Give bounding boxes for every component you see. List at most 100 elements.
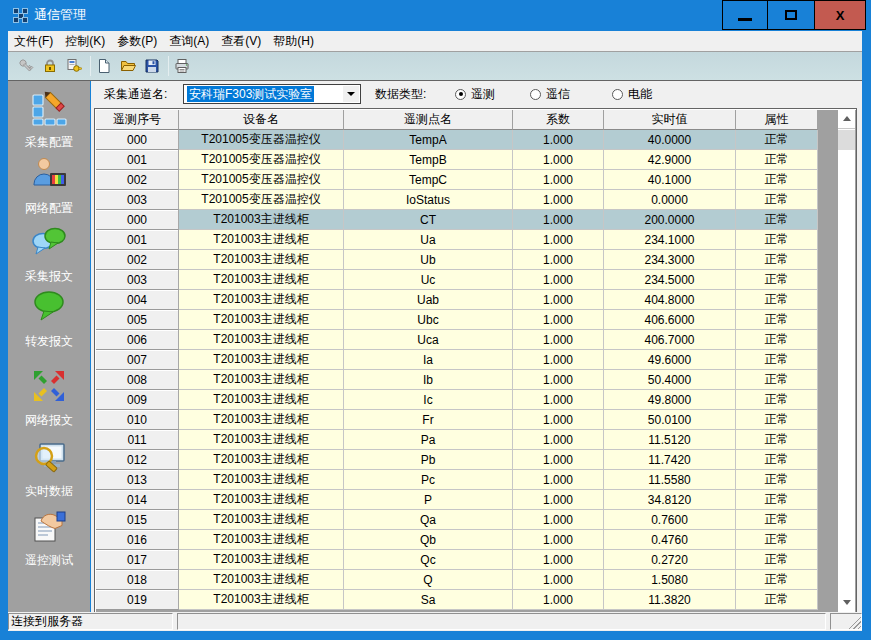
radio-circle[interactable]: [530, 89, 541, 100]
column-header-3[interactable]: 系数: [513, 110, 604, 130]
radio-电能[interactable]: 电能: [612, 81, 652, 107]
sidebar-item-0[interactable]: 采集配置: [8, 90, 90, 151]
cell-0-0: 000: [96, 130, 179, 150]
table-row-22[interactable]: 018T201003主进线柜Q1.0001.5080正常: [96, 570, 857, 590]
table-row-8[interactable]: 004T201003主进线柜Uab1.000404.8000正常: [96, 290, 857, 310]
radio-遥信[interactable]: 遥信: [530, 81, 570, 107]
table-row-17[interactable]: 013T201003主进线柜Pc1.00011.5580正常: [96, 470, 857, 490]
cell-3-4: 0.0000: [604, 190, 736, 210]
table-row-0[interactable]: 000T201005变压器温控仪TempA1.00040.0000正常: [96, 130, 857, 150]
cell-19-4: 0.7600: [604, 510, 736, 530]
menu-item-2[interactable]: 参数(P): [111, 31, 163, 51]
cell-9-0: 005: [96, 310, 179, 330]
print-icon[interactable]: [174, 58, 190, 74]
open-file-icon[interactable]: [120, 58, 136, 74]
table-row-3[interactable]: 003T201005变压器温控仪IoStatus1.0000.0000正常: [96, 190, 857, 210]
table-row-5[interactable]: 001T201003主进线柜Ua1.000234.1000正常: [96, 230, 857, 250]
column-header-1[interactable]: 设备名: [179, 110, 344, 130]
column-header-0[interactable]: 遥测序号: [96, 110, 179, 130]
cell-23-2: Sa: [344, 590, 513, 610]
table-row-10[interactable]: 006T201003主进线柜Uca1.000406.7000正常: [96, 330, 857, 350]
maximize-button[interactable]: [767, 0, 815, 30]
menu-item-5[interactable]: 帮助(H): [267, 31, 320, 51]
cell-3-0: 003: [96, 190, 179, 210]
table-row-21[interactable]: 017T201003主进线柜Qc1.0000.2720正常: [96, 550, 857, 570]
menu-bar: 文件(F)控制(K)参数(P)查询(A)查看(V)帮助(H): [8, 31, 862, 52]
table-row-14[interactable]: 010T201003主进线柜Fr1.00050.0100正常: [96, 410, 857, 430]
menu-item-0[interactable]: 文件(F): [8, 31, 59, 51]
cell-22-1: T201003主进线柜: [179, 570, 344, 590]
lock-icon[interactable]: [42, 58, 58, 74]
cell-1-3: 1.000: [513, 150, 604, 170]
table-row-15[interactable]: 011T201003主进线柜Pa1.00011.5120正常: [96, 430, 857, 450]
sidebar-item-label: 采集配置: [8, 134, 90, 151]
cell-19-2: Qa: [344, 510, 513, 530]
key-icon[interactable]: [18, 58, 34, 74]
cell-22-0: 018: [96, 570, 179, 590]
table-row-2[interactable]: 002T201005变压器温控仪TempC1.00040.1000正常: [96, 170, 857, 190]
channel-combobox[interactable]: 安科瑞F303测试实验室: [183, 84, 361, 104]
minimize-button[interactable]: [722, 0, 768, 30]
table-row-6[interactable]: 002T201003主进线柜Ub1.000234.3000正常: [96, 250, 857, 270]
cell-14-0: 010: [96, 410, 179, 430]
table-row-4[interactable]: 000T201003主进线柜CT1.000200.0000正常: [96, 210, 857, 230]
table-row-18[interactable]: 014T201003主进线柜P1.00034.8120正常: [96, 490, 857, 510]
network-message-icon: [8, 368, 90, 404]
cell-9-1: T201003主进线柜: [179, 310, 344, 330]
toolbar: [8, 52, 862, 81]
close-button[interactable]: X: [814, 0, 866, 30]
sidebar-item-6[interactable]: 遥控测试: [8, 508, 90, 569]
table-row-7[interactable]: 003T201003主进线柜Uc1.000234.5000正常: [96, 270, 857, 290]
radio-遥测[interactable]: 遥测: [455, 81, 495, 107]
combo-dropdown-button[interactable]: [343, 86, 359, 102]
cell-16-1: T201003主进线柜: [179, 450, 344, 470]
capture-message-icon: [8, 224, 90, 260]
cell-4-2: CT: [344, 210, 513, 230]
sidebar-item-4[interactable]: 网络报文: [8, 368, 90, 429]
table-row-9[interactable]: 005T201003主进线柜Ubc1.000406.6000正常: [96, 310, 857, 330]
menu-item-1[interactable]: 控制(K): [59, 31, 111, 51]
cell-4-4: 200.0000: [604, 210, 736, 230]
save-icon[interactable]: [144, 58, 160, 74]
cell-6-5: 正常: [736, 250, 818, 270]
cell-23-5: 正常: [736, 590, 818, 610]
sidebar-item-5[interactable]: 实时数据: [8, 439, 90, 500]
cell-22-5: 正常: [736, 570, 818, 590]
menu-item-4[interactable]: 查看(V): [215, 31, 267, 51]
scroll-up-button[interactable]: [838, 109, 855, 129]
table-row-13[interactable]: 009T201003主进线柜Ic1.00049.8000正常: [96, 390, 857, 410]
permission-icon[interactable]: [66, 58, 82, 74]
column-header-4[interactable]: 实时值: [604, 110, 736, 130]
resize-grip[interactable]: [830, 613, 862, 630]
table-row-19[interactable]: 015T201003主进线柜Qa1.0000.7600正常: [96, 510, 857, 530]
radio-circle[interactable]: [455, 89, 466, 100]
column-header-2[interactable]: 遥测点名: [344, 110, 513, 130]
table-row-16[interactable]: 012T201003主进线柜Pb1.00011.7420正常: [96, 450, 857, 470]
column-header-5[interactable]: 属性: [736, 110, 818, 130]
cell-21-3: 1.000: [513, 550, 604, 570]
scroll-thumb[interactable]: [838, 130, 855, 150]
title-bar: 通信管理 X: [0, 0, 871, 31]
sidebar-item-3[interactable]: 转发报文: [8, 289, 90, 350]
cell-19-3: 1.000: [513, 510, 604, 530]
cell-7-4: 234.5000: [604, 270, 736, 290]
radio-circle[interactable]: [612, 89, 623, 100]
table-row-11[interactable]: 007T201003主进线柜Ia1.00049.6000正常: [96, 350, 857, 370]
table-row-12[interactable]: 008T201003主进线柜Ib1.00050.4000正常: [96, 370, 857, 390]
status-message-panel: 连接到服务器: [8, 613, 173, 630]
scroll-down-button[interactable]: [838, 592, 855, 612]
cell-15-2: Pa: [344, 430, 513, 450]
sidebar-item-2[interactable]: 采集报文: [8, 224, 90, 285]
new-file-icon[interactable]: [96, 58, 112, 74]
sidebar-item-1[interactable]: 网络配置: [8, 156, 90, 217]
cell-20-5: 正常: [736, 530, 818, 550]
table-row-20[interactable]: 016T201003主进线柜Qb1.0000.4760正常: [96, 530, 857, 550]
table-row-1[interactable]: 001T201005变压器温控仪TempB1.00042.9000正常: [96, 150, 857, 170]
cell-16-3: 1.000: [513, 450, 604, 470]
menu-item-3[interactable]: 查询(A): [163, 31, 215, 51]
cell-3-2: IoStatus: [344, 190, 513, 210]
vertical-scrollbar[interactable]: [838, 109, 855, 612]
cell-12-5: 正常: [736, 370, 818, 390]
sidebar: 采集配置网络配置采集报文转发报文网络报文实时数据遥控测试: [8, 81, 90, 612]
table-row-23[interactable]: 019T201003主进线柜Sa1.00011.3820正常: [96, 590, 857, 610]
